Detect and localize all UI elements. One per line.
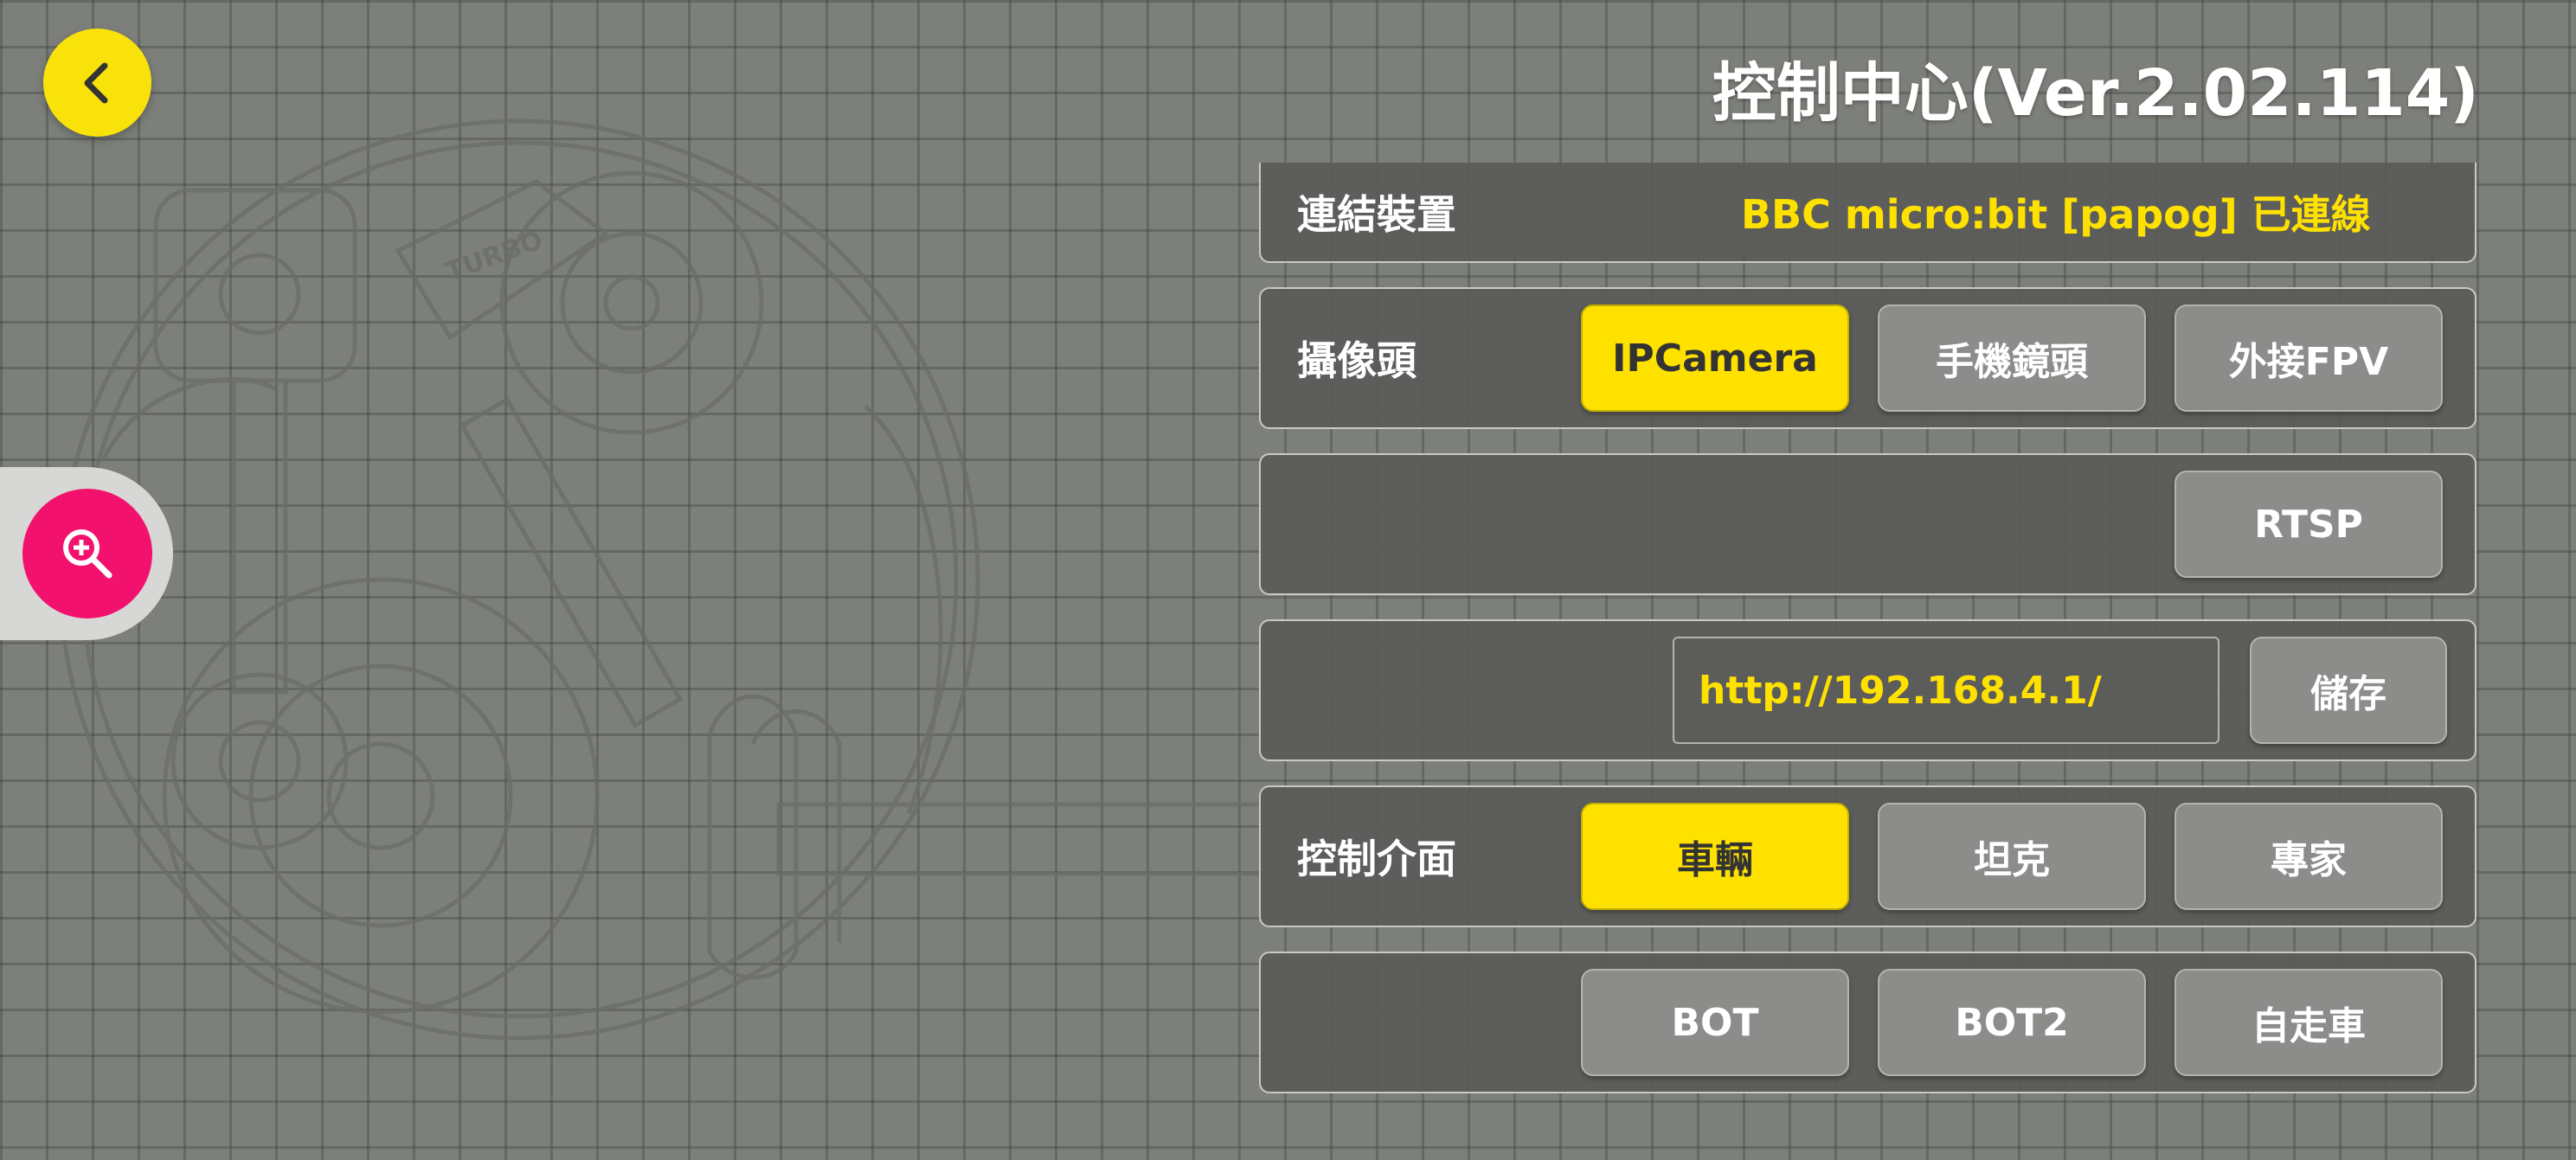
url-row: http://192.168.4.1/ 儲存 xyxy=(1259,619,2476,761)
rtsp-button[interactable]: RTSP xyxy=(2175,471,2443,578)
stream-row: RTSP xyxy=(1259,453,2476,595)
camera-label: 攝像頭 xyxy=(1297,337,1416,384)
back-button[interactable] xyxy=(43,29,151,137)
control-row: 控制介面 車輛 坦克 專家 xyxy=(1259,785,2476,927)
control-option-bot2[interactable]: BOT2 xyxy=(1878,969,2146,1076)
control-label: 控制介面 xyxy=(1297,836,1456,882)
camera-option-fpv[interactable]: 外接FPV xyxy=(2175,304,2443,412)
control-option-tank[interactable]: 坦克 xyxy=(1878,803,2146,910)
engine-illustration: TURBO xyxy=(58,119,1298,1041)
control-option-expert[interactable]: 專家 xyxy=(2175,803,2443,910)
control-option-autonomous[interactable]: 自走車 xyxy=(2175,969,2443,1076)
camera-option-phone[interactable]: 手機鏡頭 xyxy=(1878,304,2146,412)
device-status: BBC micro:bit [papog] 已連線 xyxy=(1741,191,2371,238)
turbo-label: TURBO xyxy=(442,225,547,288)
save-button[interactable]: 儲存 xyxy=(2250,637,2447,744)
zoom-button[interactable] xyxy=(22,489,152,618)
camera-option-ipcamera[interactable]: IPCamera xyxy=(1581,304,1849,412)
camera-row: 攝像頭 IPCamera 手機鏡頭 外接FPV xyxy=(1259,287,2476,429)
control-extra-row: BOT BOT2 自走車 xyxy=(1259,952,2476,1093)
page-title: 控制中心(Ver.2.02.114) xyxy=(1712,56,2479,131)
chevron-left-icon xyxy=(84,62,107,103)
zoom-in-icon xyxy=(63,529,112,579)
zoom-tab xyxy=(0,467,173,640)
camera-url-input[interactable]: http://192.168.4.1/ xyxy=(1673,637,2219,744)
device-label: 連結裝置 xyxy=(1297,191,1456,238)
control-option-bot[interactable]: BOT xyxy=(1581,969,1849,1076)
device-row: 連結裝置 BBC micro:bit [papog] 已連線 xyxy=(1259,163,2476,263)
control-option-vehicle[interactable]: 車輛 xyxy=(1581,803,1849,910)
